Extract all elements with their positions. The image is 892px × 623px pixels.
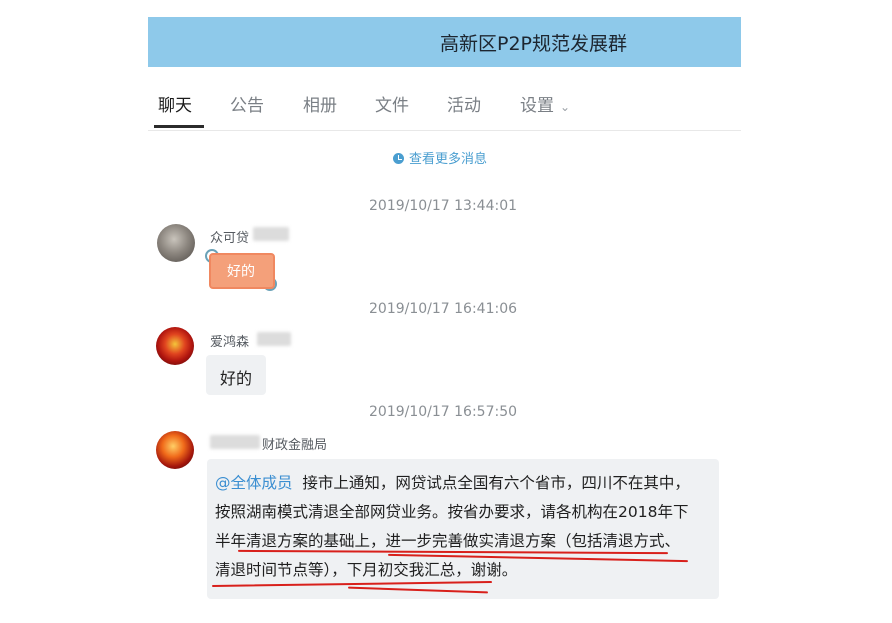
view-more-label: 查看更多消息 [409,152,488,167]
message-text: 接市上通知，网贷试点全国有六个省市，四川不在其中， [302,474,690,492]
redacted-name-blur [257,332,291,346]
tab-files[interactable]: 文件 [375,91,409,116]
avatar[interactable] [156,327,194,365]
redacted-name-blur [210,435,260,449]
sender-name: 众可贷 [210,231,250,246]
message-line: 半年清退方案的基础上，进一步完善做实清退方案（包括清退方式、 [215,532,681,550]
tab-chat[interactable]: 聊天 [158,91,192,116]
sender-name: 爱鸿森 [210,335,250,350]
group-title: 高新区P2P规范发展群 [440,33,628,55]
mention-all-members[interactable]: @全体成员 [215,474,293,492]
message-bubble[interactable]: @全体成员 接市上通知，网贷试点全国有六个省市，四川不在其中， 按照湖南模式清退… [207,459,719,599]
tab-album[interactable]: 相册 [303,91,337,116]
tab-bar: 聊天 公告 相册 文件 活动 设置 ⌄ [148,87,741,129]
message-timestamp: 2019/10/17 13:44:01 [369,198,518,214]
tab-divider [148,130,741,131]
message-line: 清退时间节点等），下月初交我汇总，谢谢。 [215,561,518,579]
view-more-messages-link[interactable]: 查看更多消息 [393,148,487,167]
clock-icon [393,153,404,164]
message-timestamp: 2019/10/17 16:41:06 [369,301,518,317]
sticker-message[interactable]: 好的 [205,249,277,291]
sticker-text: 好的 [227,264,255,280]
message-line: @全体成员 接市上通知，网贷试点全国有六个省市，四川不在其中， [215,471,690,493]
tab-announcement[interactable]: 公告 [230,91,264,116]
message-text: 好的 [220,369,253,388]
tab-settings-label: 设置 [520,96,554,116]
redacted-name-blur [253,227,289,241]
tab-settings[interactable]: 设置 ⌄ [520,91,570,116]
avatar[interactable] [157,224,195,262]
chat-window: 高新区P2P规范发展群 聊天 公告 相册 文件 活动 设置 ⌄ 查看更多消息 20… [148,17,741,623]
tab-activity[interactable]: 活动 [447,91,481,116]
sticker-paper: 好的 [209,253,275,289]
title-bar: 高新区P2P规范发展群 [148,17,741,67]
message-timestamp: 2019/10/17 16:57:50 [369,404,518,420]
avatar[interactable] [156,431,194,469]
message-bubble[interactable]: 好的 [206,355,266,395]
active-tab-indicator [154,125,204,128]
sender-name: 财政金融局 [262,438,328,453]
chevron-down-icon: ⌄ [560,100,571,114]
message-line: 按照湖南模式清退全部网贷业务。按省办要求，请各机构在2018年下 [215,503,689,521]
